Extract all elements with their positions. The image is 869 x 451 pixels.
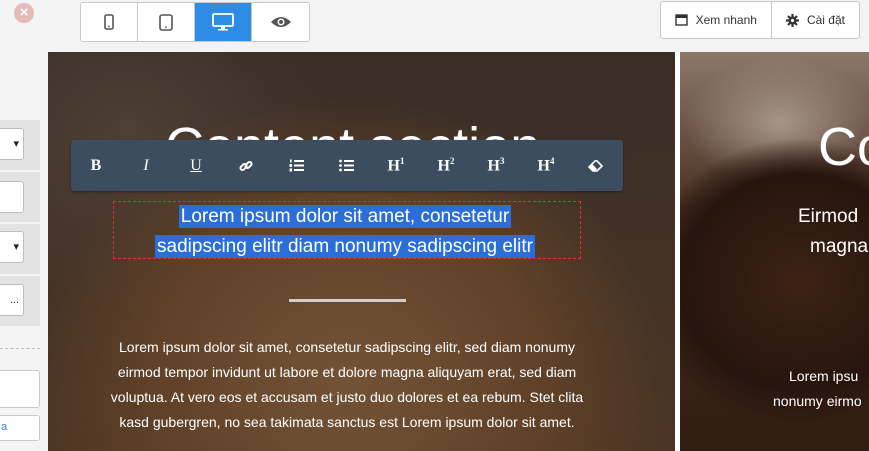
text-format-toolbar: B I U H1 H2 H3 H4 <box>71 140 623 191</box>
selected-text-line-1[interactable]: Lorem ipsum dolor sit amet, consetetur <box>178 205 512 228</box>
subtitle-line-1: Eirmod <box>798 206 859 227</box>
select-field-3[interactable]: ▾ <box>0 231 24 263</box>
content-section-1[interactable]: Content section Lorem ipsum dolor sit am… <box>48 52 675 451</box>
selected-text-line-2[interactable]: sadipscing elitr diam nonumy sadipscing … <box>155 235 535 258</box>
clear-format-button[interactable] <box>571 140 621 191</box>
preview-eye-button[interactable] <box>252 3 309 41</box>
subtitle-line-2: magna <box>810 236 869 257</box>
section-separator <box>289 299 406 302</box>
input-field-2[interactable] <box>0 181 24 213</box>
window-icon <box>674 14 688 26</box>
select-field-1[interactable]: ▾ <box>0 128 24 160</box>
italic-icon: I <box>143 156 149 174</box>
mobile-view-button[interactable] <box>81 3 138 41</box>
body-line-2: nonumy eirmo <box>773 393 862 409</box>
right-actions: Xem nhanh Cài đặt <box>659 1 860 39</box>
heading-4-button[interactable]: H4 <box>521 140 571 191</box>
editor-canvas: Content section Lorem ipsum dolor sit am… <box>48 52 869 451</box>
heading-1-button[interactable]: H1 <box>371 140 421 191</box>
bold-button[interactable]: B <box>71 140 121 191</box>
underline-button[interactable]: U <box>171 140 221 191</box>
content-section-2[interactable]: Co Eirmod magna Lorem ipsu nonumy eirmo <box>680 52 869 451</box>
eraser-icon <box>588 159 604 172</box>
section-body-text[interactable]: Lorem ipsum dolor sit amet, consetetur s… <box>108 335 586 435</box>
settings-label: Cài đặt <box>806 13 845 27</box>
mobile-icon <box>104 14 114 30</box>
sidebar-link-button[interactable]: a <box>0 415 40 441</box>
desktop-view-button[interactable] <box>195 3 252 41</box>
bold-icon: B <box>90 156 102 174</box>
quick-preview-label: Xem nhanh <box>695 13 757 27</box>
body-line-1: Lorem ipsu <box>789 368 859 384</box>
h1-icon: H1 <box>387 155 405 175</box>
unordered-list-button[interactable] <box>321 140 371 191</box>
section-title[interactable]: Co <box>818 116 869 178</box>
link-icon <box>239 160 253 171</box>
tablet-icon <box>159 13 173 31</box>
section-subtitle[interactable]: Lorem ipsum dolor sit amet, consetetur s… <box>138 202 552 262</box>
gear-icon <box>785 13 799 27</box>
h4-icon: H4 <box>537 155 555 175</box>
italic-button[interactable]: I <box>121 140 171 191</box>
top-toolbar: Xem nhanh Cài đặt <box>48 0 869 53</box>
link-button[interactable] <box>221 140 271 191</box>
h3-icon: H3 <box>487 155 505 175</box>
close-icon[interactable]: × <box>14 3 34 23</box>
ordered-list-button[interactable] <box>271 140 321 191</box>
ordered-list-icon <box>289 159 304 172</box>
h2-icon: H2 <box>437 155 455 175</box>
sidebar-divider <box>0 348 40 349</box>
desktop-icon <box>212 13 234 31</box>
settings-sidebar: × ▾ ▾ ... a <box>0 0 49 451</box>
heading-2-button[interactable]: H2 <box>421 140 471 191</box>
quick-preview-button[interactable]: Xem nhanh <box>661 2 772 38</box>
device-switcher <box>80 2 310 42</box>
section-subtitle[interactable]: Eirmod magna <box>798 202 868 262</box>
heading-3-button[interactable]: H3 <box>471 140 521 191</box>
settings-button[interactable]: Cài đặt <box>772 2 859 38</box>
unordered-list-icon <box>338 159 354 172</box>
section-body-text[interactable]: Lorem ipsu nonumy eirmo <box>773 364 862 414</box>
sidebar-button[interactable] <box>0 370 40 408</box>
input-field-4[interactable]: ... <box>0 284 24 316</box>
tablet-view-button[interactable] <box>138 3 195 41</box>
eye-icon <box>270 17 291 27</box>
underline-icon: U <box>190 156 202 174</box>
